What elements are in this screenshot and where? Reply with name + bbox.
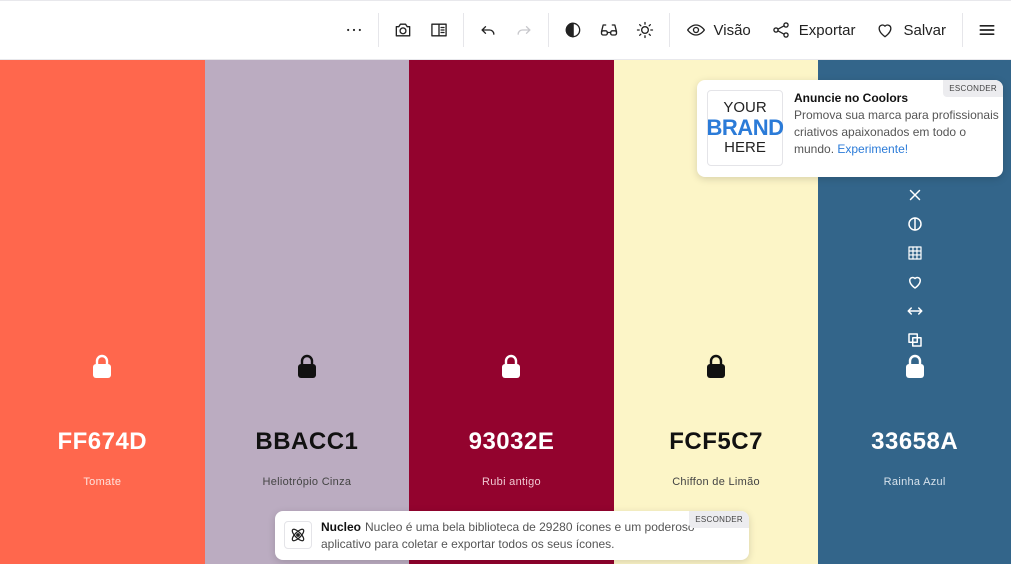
ad-card[interactable]: YOUR BRAND HERE Anuncie no Coolors Promo…	[697, 80, 1003, 177]
nucleo-logo	[284, 521, 312, 549]
color-swatch[interactable]: FF674D Tomate	[0, 60, 205, 564]
adjust-palette-button[interactable]	[627, 12, 663, 48]
toolbar-divider	[462, 13, 464, 47]
swatch-tools	[905, 185, 925, 349]
color-name: Heliotrópio Cinza	[262, 476, 352, 488]
camera-icon	[395, 23, 410, 37]
color-blindness-button[interactable]	[591, 12, 627, 48]
toolbar-divider	[668, 13, 670, 47]
undo-icon	[481, 26, 494, 35]
lock-icon[interactable]	[296, 353, 318, 379]
ad-link[interactable]: Experimente!	[837, 142, 908, 156]
view-label: Visão	[713, 21, 751, 39]
lock-icon[interactable]	[500, 353, 522, 379]
ad-text: Promova sua marca para profissionais cri…	[794, 107, 999, 158]
hamburger-menu-icon	[979, 25, 995, 36]
share-icon	[773, 22, 789, 38]
eye-icon	[686, 24, 705, 36]
more-options-button[interactable]	[336, 12, 372, 48]
export-label: Exportar	[798, 21, 856, 39]
hex-code[interactable]: BBACC1	[205, 428, 410, 456]
hex-code[interactable]: 93032E	[409, 428, 614, 456]
save-button[interactable]: Salvar	[865, 12, 956, 48]
nucleo-promo[interactable]: Nucleo Nucleo é uma bela biblioteca de 29…	[275, 511, 749, 560]
color-name: Chiffon de Limão	[672, 476, 760, 488]
color-name: Tomate	[83, 476, 122, 488]
nucleo-title: Nucleo	[321, 520, 362, 534]
nucleo-text: Nucleo Nucleo é uma bela biblioteca de 29…	[321, 519, 701, 553]
close-icon	[909, 189, 920, 200]
toolbar-group-more	[336, 1, 372, 59]
toolbar-divider	[377, 13, 379, 47]
favorite-color-button[interactable]	[905, 272, 925, 291]
heart-icon	[878, 24, 892, 38]
atom-icon	[291, 528, 305, 542]
sidebar-panel-icon	[430, 23, 447, 37]
color-name: Rainha Azul	[883, 476, 946, 488]
lock-icon[interactable]	[91, 353, 113, 379]
contrast-icon	[565, 22, 580, 38]
brand-logo-placeholder: YOUR BRAND HERE	[706, 90, 784, 166]
toolbar-divider	[962, 13, 963, 47]
hide-ad-button[interactable]: ESCONDER	[943, 80, 1003, 97]
hex-code[interactable]: FCF5C7	[614, 428, 819, 456]
drag-button[interactable]	[905, 301, 925, 320]
shades-button[interactable]	[905, 214, 925, 233]
menu-button[interactable]	[969, 12, 1005, 48]
save-label: Salvar	[903, 21, 946, 39]
lock-icon[interactable]	[904, 353, 926, 379]
ad-title: Anuncie no Coolors	[794, 91, 908, 105]
copy-icon	[907, 332, 922, 347]
sun-icon	[636, 21, 653, 39]
color-swatch[interactable]: 93032E Rubi antigo	[409, 60, 614, 564]
toolbar-divider	[547, 13, 549, 47]
lock-icon[interactable]	[705, 353, 727, 379]
contrast-button[interactable]	[555, 12, 591, 48]
hex-code[interactable]: FF674D	[0, 428, 205, 456]
redo-icon	[517, 26, 530, 35]
heart-icon	[908, 276, 921, 289]
contrast-icon	[907, 216, 922, 231]
view-button[interactable]: Visão	[676, 12, 761, 48]
nucleo-description: Nucleo é uma bela biblioteca de 29280 íc…	[321, 520, 695, 551]
view-toggle-button[interactable]	[421, 12, 457, 48]
brand-line-3: HERE	[724, 139, 766, 156]
remove-color-button[interactable]	[905, 185, 925, 204]
export-button[interactable]: Exportar	[761, 12, 866, 48]
top-toolbar: Visão Exportar Salvar	[0, 0, 1011, 60]
redo-button[interactable]	[506, 12, 542, 48]
copy-hex-button[interactable]	[905, 330, 925, 349]
undo-button[interactable]	[470, 12, 506, 48]
color-name: Rubi antigo	[482, 476, 541, 488]
view-shades-button[interactable]	[905, 243, 925, 262]
arrows-horizontal-icon	[907, 306, 923, 315]
more-icon	[346, 28, 361, 32]
grid-icon	[908, 245, 922, 260]
color-swatch[interactable]: BBACC1 Heliotrópio Cinza	[204, 60, 410, 564]
screenshot-button[interactable]	[385, 12, 421, 48]
hide-notice-button[interactable]: ESCONDER	[689, 511, 749, 528]
hex-code[interactable]: 33658A	[818, 428, 1011, 456]
glasses-icon	[600, 24, 617, 36]
brand-line-2: BRAND	[706, 115, 784, 140]
